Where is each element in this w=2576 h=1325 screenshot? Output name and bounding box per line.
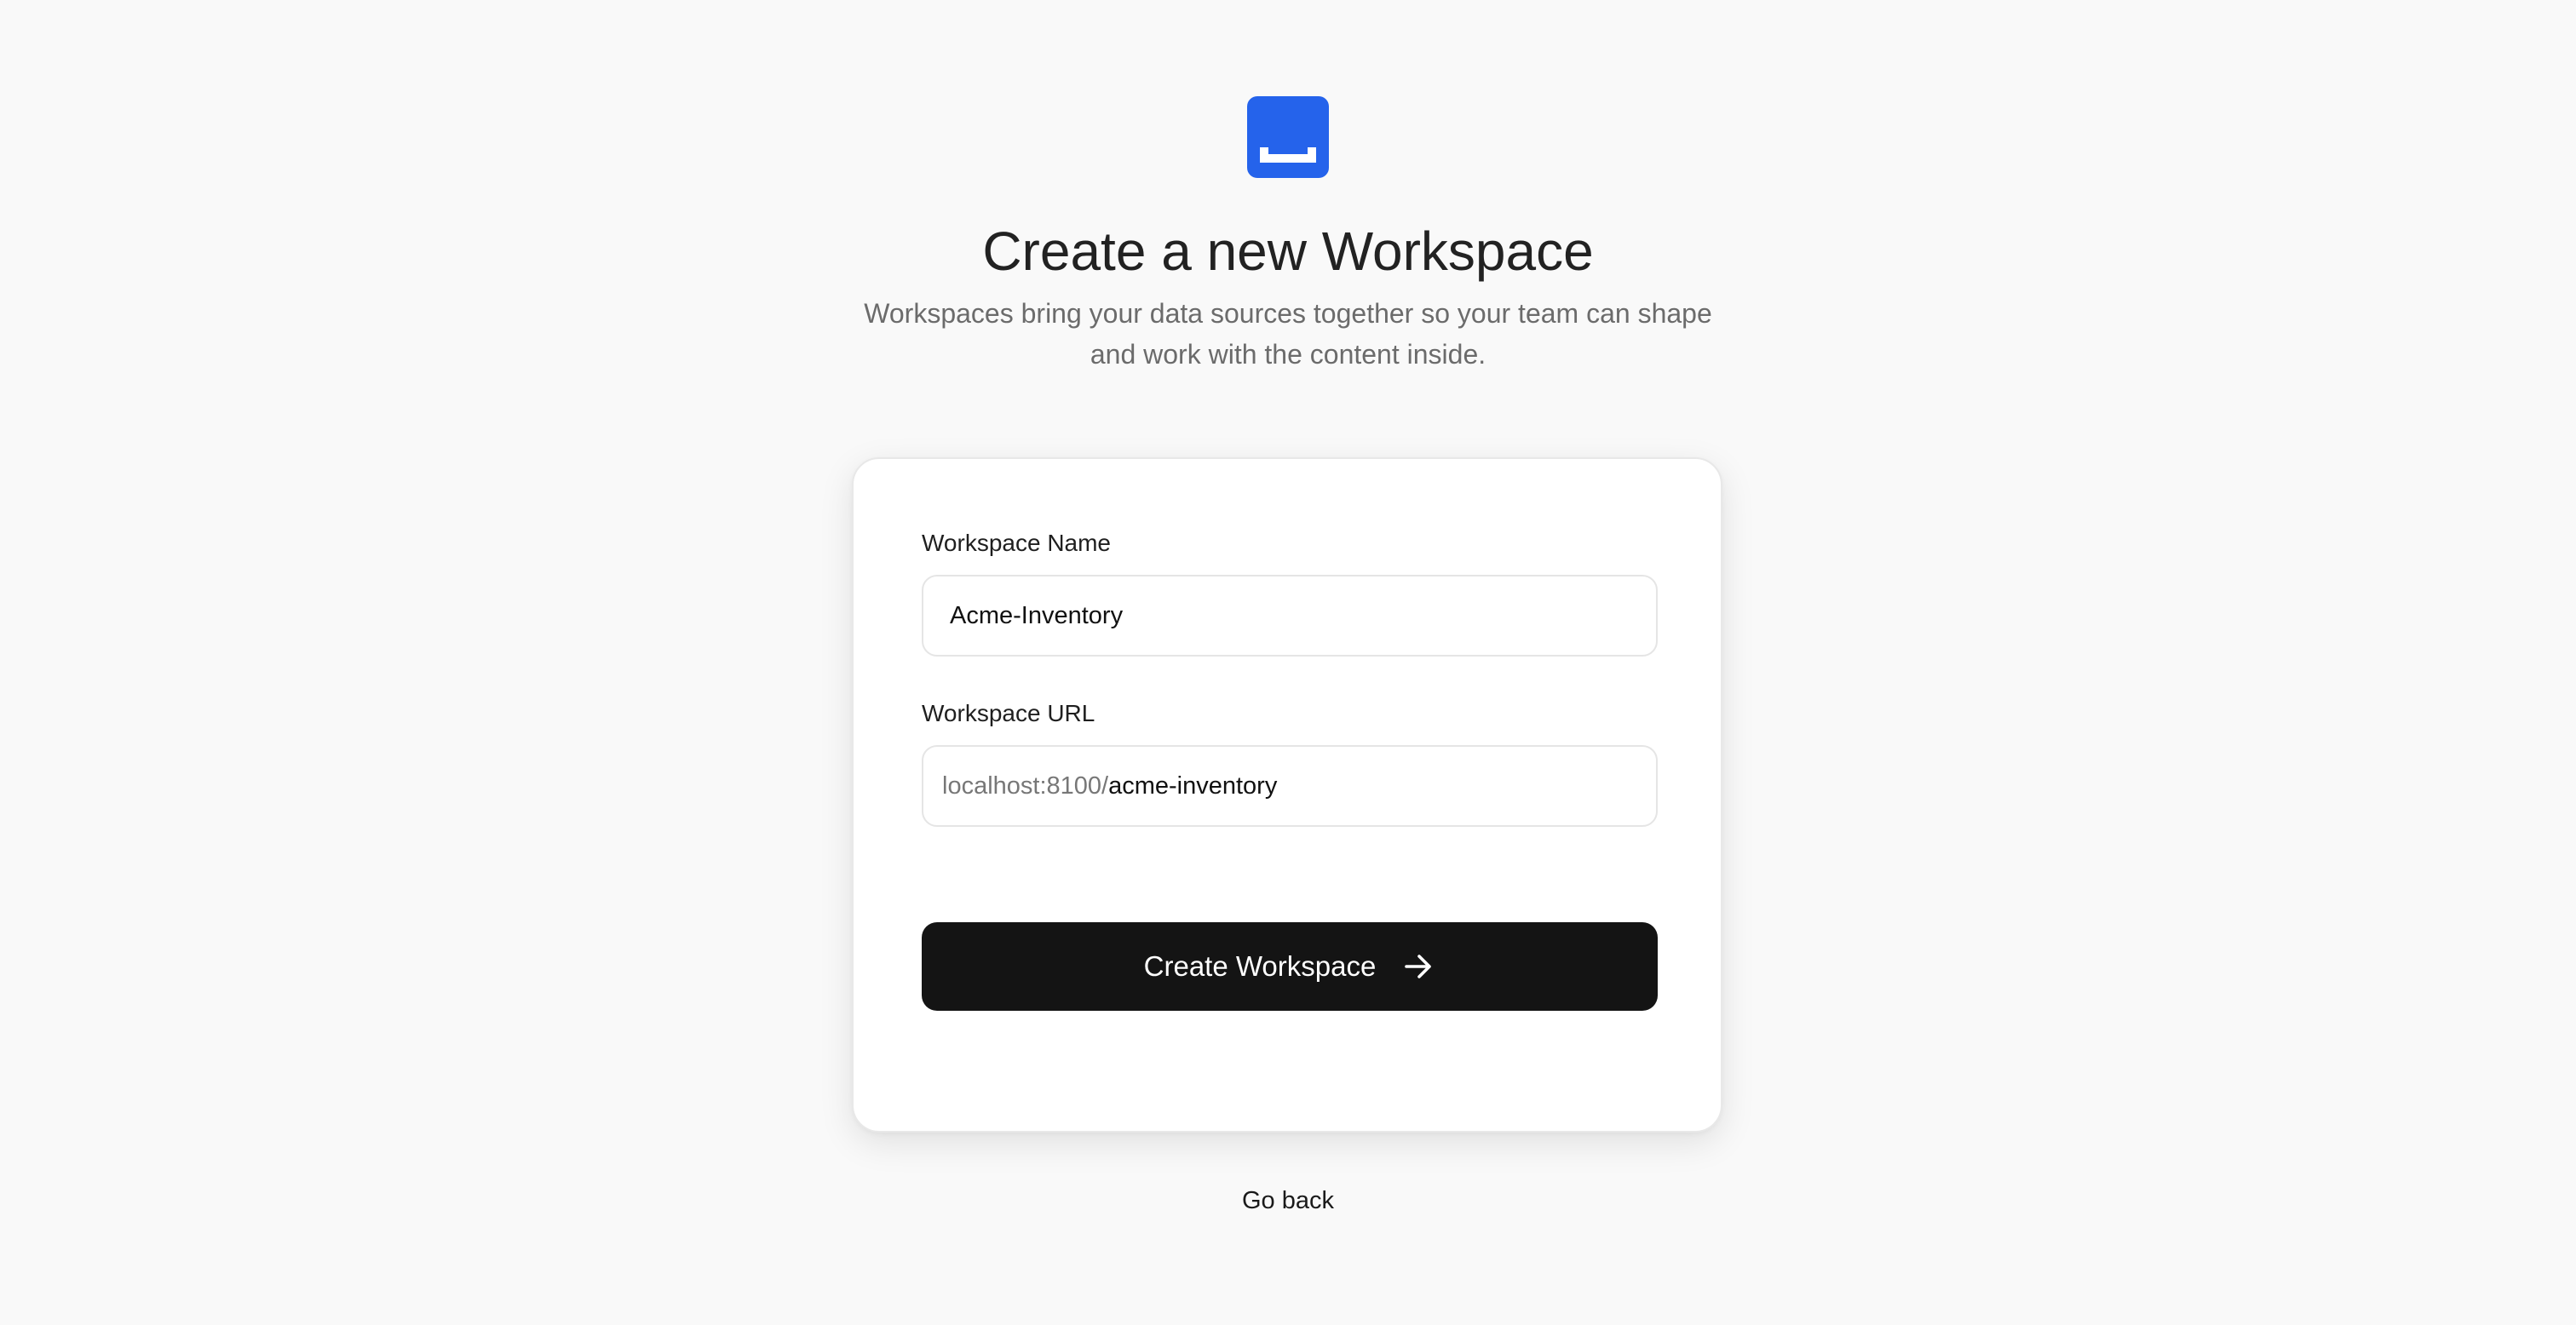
- go-back-row: Go back: [0, 1184, 2576, 1218]
- inbox-tray-icon: [1260, 147, 1316, 163]
- workspace-url-prefix: localhost:8100/: [942, 771, 1109, 800]
- workspace-url-input[interactable]: localhost:8100/acme-inventory: [922, 745, 1658, 827]
- create-workspace-button[interactable]: Create Workspace: [922, 922, 1658, 1011]
- workspace-url-value: acme-inventory: [1108, 771, 1278, 800]
- go-back-link[interactable]: Go back: [1242, 1187, 1334, 1214]
- arrow-right-icon: [1405, 955, 1432, 978]
- page-subtitle: Workspaces bring your data sources toget…: [864, 298, 1712, 370]
- workspace-url-label: Workspace URL: [922, 700, 1095, 726]
- workspace-name-value: Acme-Inventory: [950, 601, 1124, 629]
- page-title: Create a new Workspace: [982, 221, 1594, 282]
- workspace-name-label: Workspace Name: [922, 530, 1112, 556]
- workspace-name-input[interactable]: Acme-Inventory: [922, 575, 1658, 657]
- app-logo: [1247, 96, 1329, 178]
- create-workspace-button-label: Create Workspace: [1143, 950, 1377, 982]
- create-workspace-card: Workspace Name Acme-Inventory Workspace …: [852, 457, 1722, 1133]
